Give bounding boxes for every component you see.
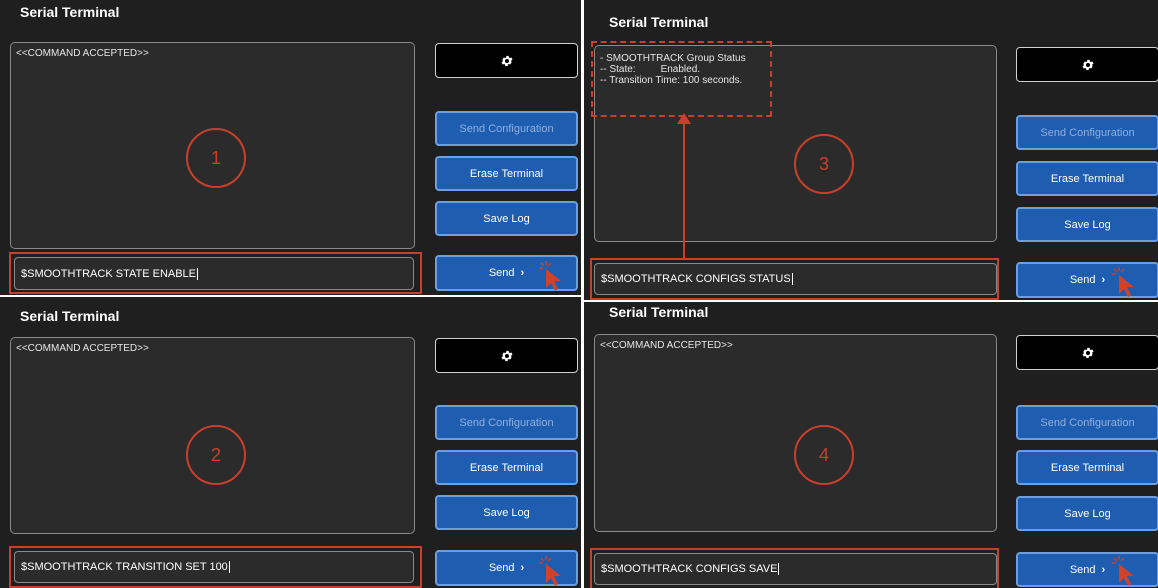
chevron-right-icon: › <box>1101 274 1106 286</box>
terminal-text: <<COMMAND ACCEPTED>> <box>600 340 733 351</box>
send-configuration-button[interactable]: Send Configuration <box>435 111 578 146</box>
step-number: 3 <box>818 153 829 174</box>
cursor-pointer-icon <box>1112 267 1134 297</box>
serial-terminal-panel-4: Serial Terminal <<COMMAND ACCEPTED>> 4 S… <box>584 302 1158 588</box>
terminal-text: <<COMMAND ACCEPTED>> <box>16 343 149 354</box>
serial-terminal-panel-2: Serial Terminal <<COMMAND ACCEPTED>> 2 S… <box>0 297 581 588</box>
save-log-button[interactable]: Save Log <box>1016 496 1158 531</box>
output-highlight-box <box>591 41 772 117</box>
step-number-circle: 2 <box>186 425 246 485</box>
cursor-pointer-icon <box>1112 556 1134 586</box>
gear-icon <box>500 55 513 66</box>
input-highlight-box <box>9 252 422 294</box>
settings-button[interactable] <box>1016 335 1158 370</box>
input-highlight-box <box>590 258 999 300</box>
serial-terminal-panel-1: Serial Terminal <<COMMAND ACCEPTED>> 1 S… <box>0 0 581 295</box>
annotation-arrow <box>677 113 691 258</box>
save-log-button[interactable]: Save Log <box>435 495 578 530</box>
gear-icon <box>1081 59 1094 70</box>
send-label: Send <box>1069 274 1096 286</box>
settings-button[interactable] <box>1016 47 1158 82</box>
cursor-pointer-icon <box>539 261 561 291</box>
erase-terminal-button[interactable]: Erase Terminal <box>1016 450 1158 485</box>
settings-button[interactable] <box>435 43 578 78</box>
send-label: Send <box>488 267 515 279</box>
step-number: 2 <box>210 444 221 465</box>
send-label: Send <box>488 562 515 574</box>
send-configuration-button[interactable]: Send Configuration <box>1016 115 1158 150</box>
settings-button[interactable] <box>435 338 578 373</box>
send-label: Send <box>1069 563 1096 576</box>
gear-icon <box>1081 347 1094 358</box>
gear-icon <box>500 350 513 361</box>
save-log-button[interactable]: Save Log <box>1016 207 1158 242</box>
input-highlight-box <box>9 546 422 588</box>
cursor-pointer-icon <box>539 556 561 586</box>
terminal-output[interactable]: <<COMMAND ACCEPTED>> 2 <box>10 337 415 534</box>
chevron-right-icon: › <box>520 267 525 279</box>
terminal-output[interactable]: <<COMMAND ACCEPTED>> 4 <box>594 334 997 532</box>
erase-terminal-button[interactable]: Erase Terminal <box>435 156 578 191</box>
terminal-output[interactable]: <<COMMAND ACCEPTED>> 1 <box>10 42 415 249</box>
input-highlight-box <box>590 548 999 588</box>
panel-title: Serial Terminal <box>609 304 709 320</box>
step-number: 4 <box>818 444 829 465</box>
step-number-circle: 1 <box>186 128 246 188</box>
terminal-text: <<COMMAND ACCEPTED>> <box>16 48 149 59</box>
step-number-circle: 3 <box>794 134 854 194</box>
panel-title: Serial Terminal <box>20 308 120 324</box>
save-log-button[interactable]: Save Log <box>435 201 578 236</box>
step-number-circle: 4 <box>794 425 854 485</box>
panel-title: Serial Terminal <box>20 4 120 20</box>
chevron-right-icon: › <box>1101 563 1106 576</box>
erase-terminal-button[interactable]: Erase Terminal <box>435 450 578 485</box>
chevron-right-icon: › <box>520 562 525 574</box>
erase-terminal-button[interactable]: Erase Terminal <box>1016 161 1158 196</box>
panel-title: Serial Terminal <box>609 14 709 30</box>
step-number: 1 <box>210 147 221 168</box>
send-configuration-button[interactable]: Send Configuration <box>1016 405 1158 440</box>
serial-terminal-panel-3: Serial Terminal - SMOOTHTRACK Group Stat… <box>584 0 1158 300</box>
send-configuration-button[interactable]: Send Configuration <box>435 405 578 440</box>
